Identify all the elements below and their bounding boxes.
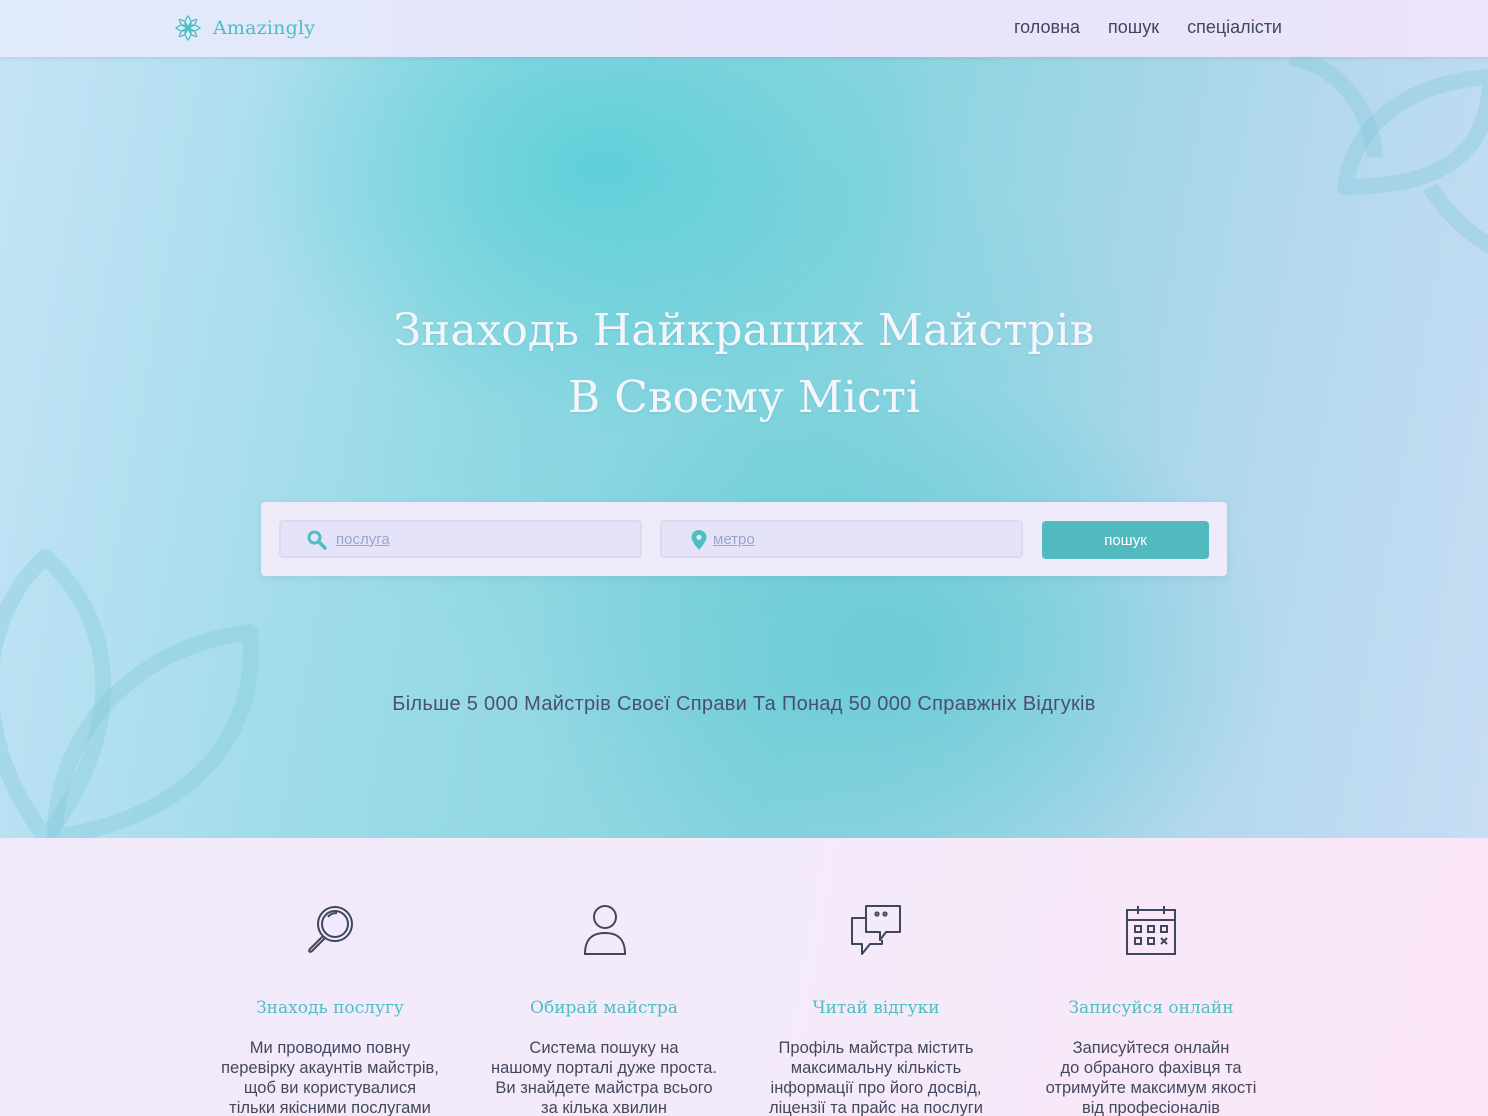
lotus-decoration-bottom-left <box>0 549 259 838</box>
feature-title: Знаходь послугу <box>256 998 404 1018</box>
calendar-icon <box>1126 906 1176 955</box>
hero-subtitle: Більше 5 000 Майстрів Своєї Справи Та По… <box>392 693 1096 715</box>
feature-title: Записуйся онлайн <box>1068 998 1234 1018</box>
feature-title: Читай відгуки <box>812 998 940 1018</box>
feature-text: Система пошуку на нашому порталі дуже пр… <box>491 1039 717 1116</box>
feature-title: Обирай майстра <box>530 998 678 1018</box>
metro-input[interactable] <box>713 522 1003 556</box>
search-button[interactable]: пошук <box>1042 521 1209 559</box>
search-panel: пошук <box>261 502 1227 576</box>
feature-text: Ми проводимо повну перевірку акаунтів ма… <box>221 1039 439 1116</box>
magnifier-icon <box>308 906 353 953</box>
nav-item-search[interactable]: пошук <box>1108 17 1159 38</box>
nav-item-home[interactable]: головна <box>1014 17 1080 38</box>
hero-section: Знаходь Найкращих Майстрів В Своєму Міст… <box>0 57 1488 838</box>
map-pin-icon <box>691 530 707 550</box>
logo[interactable]: Amazingly <box>173 13 315 43</box>
metro-field[interactable] <box>660 520 1023 558</box>
feature-text: Записуйтеся онлайн до обраного фахівця т… <box>1045 1039 1257 1116</box>
service-input[interactable] <box>336 522 626 556</box>
hero-title-line-1: Знаходь Найкращих Майстрів <box>393 305 1095 356</box>
lotus-decoration-top-right <box>1288 57 1488 255</box>
user-icon <box>583 905 627 955</box>
hero-title-line-2: В Своєму Місті <box>567 372 921 423</box>
chat-bubbles-icon <box>851 905 901 955</box>
feature-text: Профіль майстра містить максимальну кіль… <box>768 1039 984 1116</box>
service-field[interactable] <box>279 520 642 558</box>
site-header: Amazingly головна пошук спеціалісти <box>0 0 1488 57</box>
search-icon <box>307 530 327 550</box>
hero-title: Знаходь Найкращих Майстрів В Своєму Міст… <box>0 297 1488 431</box>
main-nav: головна пошук спеціалісти <box>1014 17 1282 38</box>
lotus-icon <box>174 14 202 42</box>
nav-item-specialists[interactable]: спеціалісти <box>1187 17 1282 38</box>
logo-text: Amazingly <box>213 17 316 39</box>
features-section: Знаходь послугу Ми проводимо повну перев… <box>0 838 1488 1116</box>
